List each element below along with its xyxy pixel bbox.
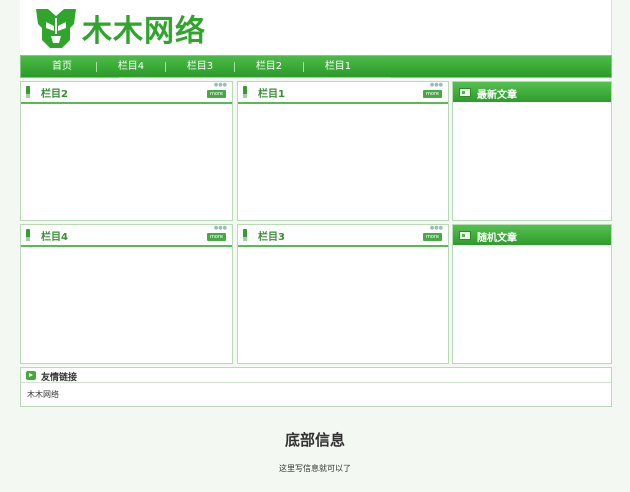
site-header: 木木网络 [20,0,612,56]
play-arrow-icon [26,371,36,380]
nav-item-home[interactable]: 首页 [27,56,97,77]
footer-title: 底部信息 [284,431,345,449]
panel-title[interactable]: 栏目3 [258,228,285,243]
card-icon [459,88,471,97]
bar-icon [26,86,30,98]
panel-column1: 栏目1 ●●● more [237,81,449,221]
dots-icon: ●●● [213,225,227,231]
more-button[interactable]: more [207,90,226,98]
friend-link[interactable]: 木木网络 [27,389,59,400]
friend-links: 友情链接 木木网络 [20,367,612,407]
nav-underline [119,77,391,78]
panel-title: 最新文章 [477,90,517,101]
friend-links-title: 友情链接 [41,373,78,383]
nav-item-column4[interactable]: 栏目4 [96,56,166,77]
panel-header: 随机文章 [453,225,611,245]
dots-icon: ●●● [429,82,443,88]
panel-header: 栏目4 ●●● more [21,225,232,247]
main-nav: 首页 栏目4 栏目3 栏目2 栏目1 [20,55,612,78]
more-button[interactable]: more [207,233,226,241]
panel-title: 随机文章 [477,233,517,244]
panel-column2: 栏目2 ●●● more [20,81,233,221]
site-logo-text[interactable]: 木木网络 [82,6,206,50]
panel-header: 栏目3 ●●● more [238,225,448,247]
footer-text: 这里写信息就可以了 [279,464,351,473]
bar-icon [26,229,30,241]
card-icon [459,231,471,240]
panel-column3: 栏目3 ●●● more [237,224,449,364]
transformer-logo-icon[interactable] [34,6,78,50]
panel-random-articles: 随机文章 [452,224,612,364]
nav-item-column1[interactable]: 栏目1 [303,56,373,77]
panel-title[interactable]: 栏目4 [41,228,68,243]
more-button[interactable]: more [423,90,442,98]
panel-header: 栏目2 ●●● more [21,82,232,104]
panel-latest-articles: 最新文章 [452,81,612,221]
friend-links-header: 友情链接 [21,368,611,383]
more-button[interactable]: more [423,233,442,241]
nav-item-column2[interactable]: 栏目2 [234,56,304,77]
dots-icon: ●●● [213,82,227,88]
bar-icon [243,86,247,98]
bar-icon [243,229,247,241]
panel-header: 栏目1 ●●● more [238,82,448,104]
panel-header: 最新文章 [453,82,611,102]
panel-column4: 栏目4 ●●● more [20,224,233,364]
nav-item-column3[interactable]: 栏目3 [165,56,235,77]
dots-icon: ●●● [429,225,443,231]
panel-title[interactable]: 栏目2 [41,85,68,100]
panel-title[interactable]: 栏目1 [258,85,285,100]
